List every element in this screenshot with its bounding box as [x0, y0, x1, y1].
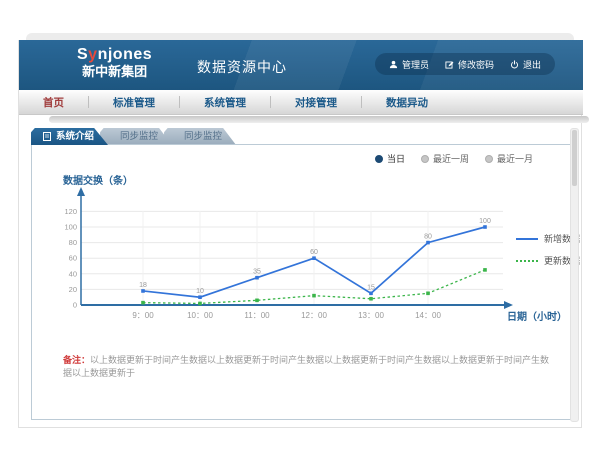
radio-last-month[interactable]: 最近一月 — [485, 152, 533, 165]
svg-text:100: 100 — [479, 218, 491, 225]
radio-dot-icon — [485, 155, 493, 163]
radio-last-week[interactable]: 最近一周 — [421, 152, 469, 165]
document-icon — [43, 132, 51, 141]
scrollbar-thumb[interactable] — [572, 130, 577, 186]
svg-text:35: 35 — [253, 269, 261, 276]
x-axis-title: 日期（小时） — [507, 308, 567, 323]
nav-shadow-bar — [49, 116, 589, 123]
svg-text:10: 10 — [196, 288, 204, 295]
logo-cn: 新中新集团 — [77, 65, 152, 79]
svg-text:120: 120 — [64, 207, 77, 216]
logo-text-right: njones — [98, 46, 153, 63]
y-axis-title: 数据交换（条） — [63, 172, 133, 187]
radio-dot-icon — [421, 155, 429, 163]
svg-text:12：00: 12：00 — [301, 311, 327, 320]
svg-text:9：00: 9：00 — [132, 311, 154, 320]
dotted-line-icon — [516, 260, 538, 262]
radio-today[interactable]: 当日 — [375, 152, 405, 165]
header: Synjones 新中新集团 数据资源中心 管理员 修改密码 退出 — [19, 40, 583, 90]
page: Synjones 新中新集团 数据资源中心 管理员 修改密码 退出 — [0, 0, 600, 450]
svg-text:80: 80 — [69, 238, 77, 247]
current-user-label: 管理员 — [402, 58, 429, 71]
logout-label: 退出 — [523, 58, 541, 71]
tab-sync-monitor-2[interactable]: 同步监控 — [164, 128, 236, 145]
svg-text:18: 18 — [139, 282, 147, 289]
nav-item-system-mgmt[interactable]: 系统管理 — [180, 95, 270, 110]
svg-text:11：00: 11：00 — [244, 311, 270, 320]
tab-system-intro[interactable]: 系统介绍 — [31, 128, 108, 145]
edit-icon — [445, 60, 454, 69]
radio-last-week-label: 最近一周 — [433, 152, 469, 165]
svg-text:60: 60 — [310, 249, 318, 256]
svg-text:80: 80 — [424, 234, 432, 241]
nav-item-interface-mgmt[interactable]: 对接管理 — [271, 95, 361, 110]
nav-item-standard-mgmt[interactable]: 标准管理 — [89, 95, 179, 110]
svg-text:14：00: 14：00 — [415, 311, 441, 320]
app-title: 数据资源中心 — [197, 57, 287, 77]
solid-line-icon — [516, 238, 538, 240]
time-filter-group: 当日 最近一周 最近一月 — [375, 152, 533, 165]
nav-item-home[interactable]: 首页 — [19, 95, 88, 110]
tab-bar: 系统介绍 同步监控 同步监控 — [31, 128, 228, 145]
tab-label: 系统介绍 — [56, 128, 94, 145]
logout-button[interactable]: 退出 — [510, 58, 541, 71]
user-icon — [389, 60, 398, 69]
svg-text:13：00: 13：00 — [358, 311, 384, 320]
radio-last-month-label: 最近一月 — [497, 152, 533, 165]
radio-today-label: 当日 — [387, 152, 405, 165]
svg-text:40: 40 — [69, 269, 77, 278]
app-window: Synjones 新中新集团 数据资源中心 管理员 修改密码 退出 — [18, 40, 582, 428]
nav-item-data-change[interactable]: 数据异动 — [362, 95, 452, 110]
user-menu: 管理员 修改密码 退出 — [375, 53, 555, 75]
main-nav: 首页 标准管理 系统管理 对接管理 数据异动 — [19, 90, 583, 115]
company-logo: Synjones 新中新集团 — [77, 46, 152, 79]
svg-text:10：00: 10：00 — [187, 311, 213, 320]
svg-text:20: 20 — [69, 285, 77, 294]
line-chart: 0 20 40 60 80 100 120 9：00 10：00 11：00 12：00 13：00 1… — [57, 186, 527, 334]
footnote-prefix: 备注： — [63, 355, 90, 365]
current-user[interactable]: 管理员 — [389, 58, 429, 71]
footnote-text: 以上数据更新于时间产生数据以上数据更新于时间产生数据以上数据更新于时间产生数据以… — [63, 355, 549, 378]
svg-text:15: 15 — [367, 284, 375, 291]
change-password-label: 修改密码 — [458, 58, 494, 71]
tab-sync-monitor-1[interactable]: 同步监控 — [100, 128, 172, 145]
logo-text-accent: y — [88, 46, 97, 63]
svg-text:100: 100 — [64, 223, 77, 232]
scrollbar[interactable] — [570, 128, 579, 422]
svg-text:60: 60 — [69, 254, 77, 263]
radio-dot-icon — [375, 155, 383, 163]
change-password-button[interactable]: 修改密码 — [445, 58, 494, 71]
footnote: 备注：以上数据更新于时间产生数据以上数据更新于时间产生数据以上数据更新于时间产生… — [63, 354, 553, 379]
power-icon — [510, 60, 519, 69]
svg-text:0: 0 — [73, 301, 77, 310]
logo-text-left: S — [77, 46, 88, 63]
